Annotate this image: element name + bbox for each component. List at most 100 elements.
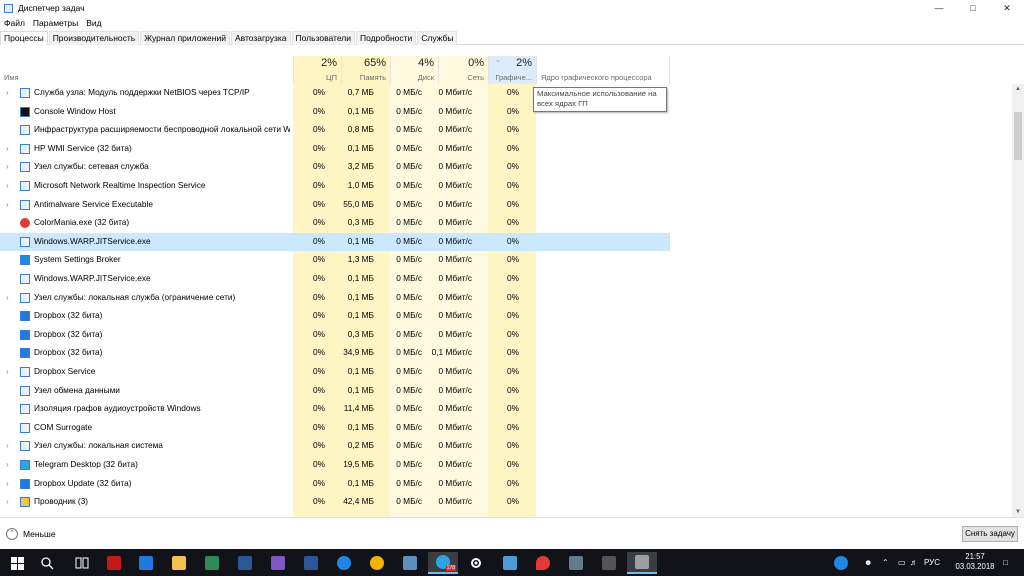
expand-chevron-icon[interactable]: ›	[6, 479, 9, 488]
edge-icon[interactable]	[329, 552, 359, 574]
clock[interactable]: 21:57 03.03.2018	[950, 552, 1000, 572]
process-row[interactable]: › Проводник (3) 0% 42,4 МБ 0 МБ/с 0 Мбит/с 0%	[0, 493, 670, 512]
process-net: 0 Мбит/с	[438, 273, 472, 283]
chrome-icon[interactable]	[362, 552, 392, 574]
process-row[interactable]: › Dropbox Update (32 бита) 0% 0,1 МБ 0 МБ/с 0…	[0, 475, 670, 494]
photos-icon[interactable]	[561, 552, 591, 574]
process-row[interactable]: › Узел службы: локальная служба (ограниче…	[0, 289, 670, 308]
process-row[interactable]: › HP WMI Service (32 бита) 0% 0,1 МБ 0 МБ/с 0…	[0, 140, 670, 159]
help-icon[interactable]	[834, 549, 848, 576]
task-manager-taskbar-icon[interactable]	[627, 552, 657, 574]
process-name: Узел службы: сетевая служба	[34, 161, 149, 172]
menu-options[interactable]: Параметры	[29, 18, 82, 28]
tab-startup[interactable]: Автозагрузка	[230, 31, 291, 45]
process-row[interactable]: Windows.WARP.JITService.exe 0% 0,1 МБ 0 МБ/…	[0, 270, 670, 289]
app-blue-icon[interactable]	[230, 552, 260, 574]
expand-chevron-icon[interactable]: ›	[6, 497, 9, 506]
process-row[interactable]: Инфраструктура расширяемости беспроводно…	[0, 121, 670, 140]
process-row[interactable]: Dropbox (32 бита) 0% 0,3 МБ 0 МБ/с 0 Мбит/с 0…	[0, 326, 670, 345]
column-disk[interactable]: 4% Диск	[390, 56, 438, 84]
end-task-button[interactable]: Снять задачу	[962, 526, 1018, 542]
file-explorer-icon[interactable]	[164, 552, 194, 574]
column-cpu[interactable]: 2% ЦП	[293, 56, 341, 84]
process-row[interactable]: Dropbox (32 бита) 0% 34,9 МБ 0 МБ/с 0,1 Мбит…	[0, 344, 670, 363]
task-view-icon[interactable]	[67, 552, 97, 574]
visual-studio-icon[interactable]	[263, 552, 293, 574]
process-row[interactable]: › Antimalware Service Executable 0% 55,0 МБ…	[0, 196, 670, 215]
expand-chevron-icon[interactable]: ›	[6, 293, 9, 302]
tab-details[interactable]: Подробности	[356, 31, 417, 45]
process-row[interactable]: › Dropbox Service 0% 0,1 МБ 0 МБ/с 0 Мбит/с 0%	[0, 363, 670, 382]
expand-chevron-icon[interactable]: ›	[6, 441, 9, 450]
dropbox-taskbar-icon[interactable]	[131, 552, 161, 574]
process-row[interactable]: › Telegram Desktop (32 бита) 0% 19,5 МБ 0 МБ…	[0, 456, 670, 475]
process-row[interactable]: Узел обмена данными 0% 0,1 МБ 0 МБ/с 0 Мбит/…	[0, 382, 670, 401]
tab-app-history[interactable]: Журнал приложений	[140, 31, 230, 45]
people-icon[interactable]: ☻	[864, 549, 872, 576]
tab-users[interactable]: Пользователи	[291, 31, 356, 45]
scroll-thumb[interactable]	[1014, 112, 1022, 160]
process-net: 0 Мбит/с	[438, 384, 472, 395]
process-gpu: 0%	[507, 87, 519, 97]
process-mem: 1,0 МБ	[347, 180, 374, 190]
app-green-icon[interactable]	[197, 552, 227, 574]
calculator-icon[interactable]	[594, 552, 624, 574]
language-indicator[interactable]: РУС	[924, 549, 940, 576]
acrobat-icon[interactable]	[99, 552, 129, 574]
maximize-button[interactable]: □	[956, 0, 990, 16]
word-icon[interactable]	[296, 552, 326, 574]
process-name: Dropbox (32 бита)	[34, 347, 103, 358]
tab-performance[interactable]: Производительность	[48, 31, 140, 45]
process-row[interactable]: › Узел службы: сетевая служба 0% 3,2 МБ 0 МБ…	[0, 158, 670, 177]
column-network[interactable]: 0% Сеть	[438, 56, 488, 84]
volume-icon[interactable]: ♬	[910, 549, 918, 576]
process-gpu: 0%	[507, 440, 519, 451]
expand-chevron-icon[interactable]: ›	[6, 181, 9, 190]
tab-processes[interactable]: Процессы	[0, 31, 48, 45]
close-button[interactable]: ✕	[990, 0, 1024, 16]
maps-icon[interactable]	[528, 552, 558, 574]
process-row[interactable]: › Microsoft Network Realtime Inspection S…	[0, 177, 670, 196]
menu-file[interactable]: Файл	[0, 18, 29, 28]
column-name[interactable]: Имя	[0, 56, 293, 84]
remote-desktop-icon[interactable]	[495, 552, 525, 574]
scroll-up-icon[interactable]: ▲	[1012, 84, 1024, 94]
expand-chevron-icon[interactable]: ›	[6, 367, 9, 376]
fewer-details-button[interactable]: ⌃ Меньше	[6, 528, 56, 540]
menu-view[interactable]: Вид	[82, 18, 105, 28]
notifications-icon[interactable]: □	[1003, 549, 1008, 576]
network-icon[interactable]: ▭	[898, 549, 906, 576]
search-icon[interactable]	[32, 552, 62, 574]
process-row[interactable]: COM Surrogate 0% 0,1 МБ 0 МБ/с 0 Мбит/с 0%	[0, 419, 670, 438]
column-memory[interactable]: 65% Память	[341, 56, 390, 84]
process-mem: 0,2 МБ	[347, 440, 374, 451]
expand-chevron-icon[interactable]: ›	[6, 162, 9, 171]
column-gpu[interactable]: ⌄ 2% Графиче...	[488, 56, 536, 84]
process-row[interactable]: ColorMania.exe (32 бита) 0% 0,3 МБ 0 МБ/с 0 …	[0, 214, 670, 233]
expand-chevron-icon[interactable]: ›	[6, 88, 9, 97]
minimize-button[interactable]: —	[922, 0, 956, 16]
scroll-down-icon[interactable]: ▼	[1012, 507, 1024, 517]
vertical-scrollbar[interactable]: ▲ ▼	[1012, 84, 1024, 517]
process-gpu: 0%	[507, 421, 519, 432]
process-row[interactable]: Изоляция графов аудиоустройств Windows 0%…	[0, 400, 670, 419]
process-row[interactable]: Windows.WARP.JITService.exe 0% 0,1 МБ 0 МБ/…	[0, 232, 670, 252]
expand-chevron-icon[interactable]: ›	[6, 200, 9, 209]
process-net: 0 Мбит/с	[438, 105, 472, 116]
process-row[interactable]: System Settings Broker 0% 1,3 МБ 0 МБ/с 0 Мб…	[0, 251, 670, 270]
process-mem: 19,5 МБ	[343, 459, 374, 469]
fewer-details-label: Меньше	[23, 529, 56, 539]
telegram-taskbar-icon[interactable]: 178	[428, 552, 458, 574]
expand-chevron-icon[interactable]: ›	[6, 460, 9, 469]
process-row[interactable]: Dropbox (32 бита) 0% 0,1 МБ 0 МБ/с 0 Мбит/с 0…	[0, 307, 670, 326]
settings-taskbar-icon[interactable]	[461, 552, 491, 574]
start-button[interactable]	[2, 552, 32, 574]
process-net: 0 Мбит/с	[438, 217, 472, 228]
expand-chevron-icon[interactable]: ›	[6, 144, 9, 153]
tab-services[interactable]: Службы	[417, 31, 458, 45]
chevron-up-tray-icon[interactable]: ⌃	[882, 549, 889, 576]
process-row[interactable]: › Узел службы: локальная система 0% 0,2 МБ 0…	[0, 437, 670, 456]
process-net: 0,1 Мбит/с	[431, 347, 472, 358]
virtualbox-icon[interactable]	[395, 552, 425, 574]
column-gpu-engine[interactable]: Ядро графического процессора	[536, 56, 670, 84]
